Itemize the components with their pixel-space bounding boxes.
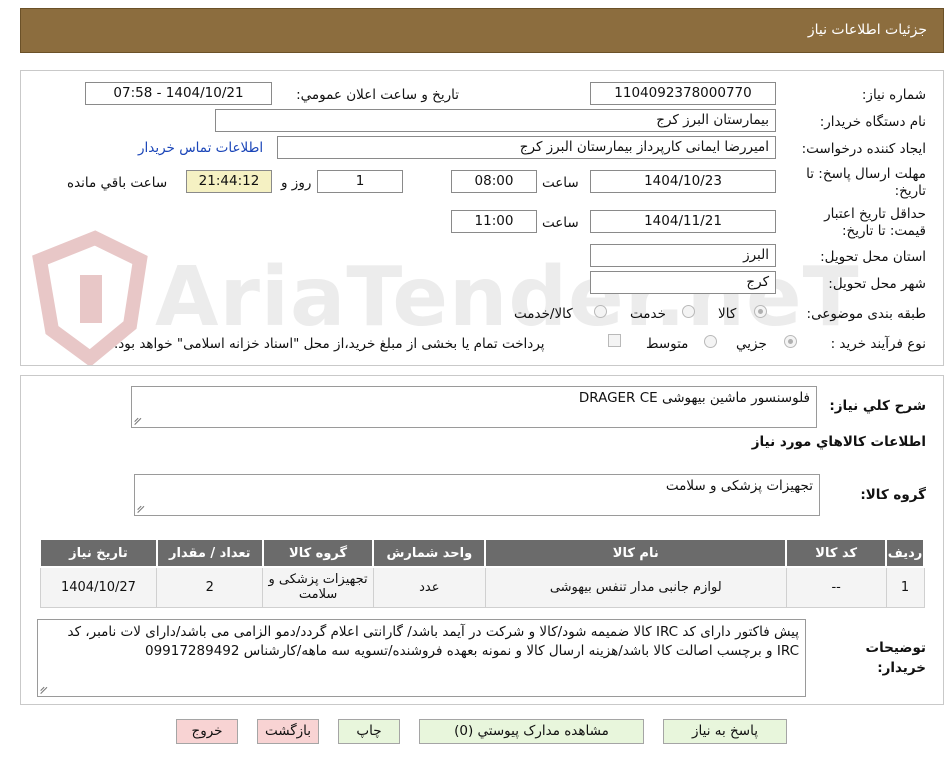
validity-label: حداقل تاريخ اعتبار قیمت: تا تاریخ: [824, 206, 926, 239]
payment-note: پرداخت تمام یا بخشی از مبلغ خرید،از محل … [114, 336, 545, 352]
province-label: استان محل تحويل: [820, 249, 926, 265]
buyer-notes-field: پیش فاکتور دارای کد IRC کالا ضمیمه شود/ک… [37, 619, 806, 697]
category-goods-service-label: کالا/خدمت [514, 306, 573, 322]
col-code: كد كالا [785, 538, 888, 568]
attachments-button[interactable]: مشاهده مدارک پیوستي (0) [419, 719, 644, 744]
remaining-time-field: 21:44:12 [186, 170, 272, 193]
buyer-notes-label: توضيحات خريدار: [865, 640, 926, 676]
cell-quantity: 2 [156, 566, 264, 608]
page-title: جزئیات اطلاعات نیاز [807, 22, 927, 38]
group-text: تجهیزات پزشکی و سلامت [665, 478, 813, 494]
process-medium-label: متوسط [646, 336, 689, 352]
requester-field: امیررضا ایمانی کارپرداز بیمارستان البرز … [277, 136, 776, 159]
process-radio-minor[interactable] [784, 335, 797, 348]
col-quantity: تعداد / مقدار [155, 538, 264, 568]
col-row: رديف [885, 538, 925, 568]
resize-grip-icon [41, 686, 49, 694]
days-field: 1 [317, 170, 403, 193]
requester-label: ايجاد كننده درخواست: [801, 141, 926, 157]
process-label: نوع فرآيند خريد : [830, 336, 926, 352]
resize-grip-icon [135, 417, 143, 425]
exit-button[interactable]: خروج [176, 719, 238, 744]
category-radio-service[interactable] [682, 305, 695, 318]
need-number-label: شماره نیاز: [861, 87, 926, 103]
col-date: تاريخ نياز [39, 538, 158, 568]
remaining-label: ساعت باقي مانده [67, 175, 168, 191]
items-title: اطلاعات كالاهاي مورد نياز [751, 434, 926, 450]
table-row: 1 -- لوازم جانبی مدار تنفس بیهوشی عدد تج… [39, 566, 925, 608]
category-goods-label: کالا [718, 306, 737, 322]
days-label: روز و [281, 175, 312, 191]
category-radio-goods-service[interactable] [594, 305, 607, 318]
category-service-label: خدمت [630, 306, 666, 322]
header-bar: جزئیات اطلاعات نیاز [20, 8, 944, 53]
announce-field: 1404/10/21 - 07:58 [85, 82, 272, 105]
treasury-checkbox[interactable] [608, 334, 621, 347]
category-label: طبقه بندی موضوعی: [806, 306, 926, 322]
buyer-org-field: بیمارستان البرز کرج [215, 109, 776, 132]
process-minor-label: جزيي [736, 336, 767, 352]
resize-grip-icon [138, 505, 146, 513]
reply-button[interactable]: پاسخ به نياز [663, 719, 787, 744]
announce-label: تاریخ و ساعت اعلان عمومي: [296, 87, 459, 103]
cell-date: 1404/10/27 [39, 566, 158, 608]
items-table: رديف كد كالا نام كالا واحد شمارش گروه كا… [39, 538, 925, 608]
validity-date-field: 1404/11/21 [590, 210, 776, 233]
summary-text: فلوسنسور ماشین بیهوشی DRAGER CE [578, 390, 810, 406]
deadline-time-field: 08:00 [451, 170, 537, 193]
buyer-org-label: نام دستگاه خريدار: [819, 114, 926, 130]
validity-time-label: ساعت [542, 215, 579, 231]
cell-unit: عدد [372, 566, 486, 608]
cell-name: لوازم جانبی مدار تنفس بیهوشی [484, 566, 787, 608]
category-radio-goods[interactable] [754, 305, 767, 318]
city-field: کرج [590, 271, 776, 294]
summary-label: شرح كلي نياز: [829, 398, 926, 414]
cell-row: 1 [885, 566, 925, 608]
buyer-notes-text: پیش فاکتور دارای کد IRC کالا ضمیمه شود/ک… [67, 624, 799, 659]
col-name: نام كالا [484, 538, 788, 568]
deadline-time-label: ساعت [542, 175, 579, 191]
validity-time-field: 11:00 [451, 210, 537, 233]
city-label: شهر محل تحويل: [828, 276, 926, 292]
col-unit: واحد شمارش [372, 538, 487, 568]
col-group: گروه كالا [261, 538, 375, 568]
need-number-field: 1104092378000770 [590, 82, 776, 105]
group-field: تجهیزات پزشکی و سلامت [134, 474, 820, 516]
contact-buyer-link[interactable]: اطلاعات تماس خریدار [138, 140, 263, 156]
process-radio-medium[interactable] [704, 335, 717, 348]
print-button[interactable]: چاپ [338, 719, 400, 744]
back-button[interactable]: بازگشت [257, 719, 319, 744]
cell-group: تجهیزات پزشکی و سلامت [262, 566, 374, 608]
cell-code: -- [785, 566, 887, 608]
deadline-date-field: 1404/10/23 [590, 170, 776, 193]
province-field: البرز [590, 244, 776, 267]
group-label: گروه كالا: [860, 487, 926, 503]
deadline-label: مهلت ارسال پاسخ: تا تاریخ: [806, 166, 926, 199]
summary-field: فلوسنسور ماشین بیهوشی DRAGER CE [131, 386, 817, 428]
